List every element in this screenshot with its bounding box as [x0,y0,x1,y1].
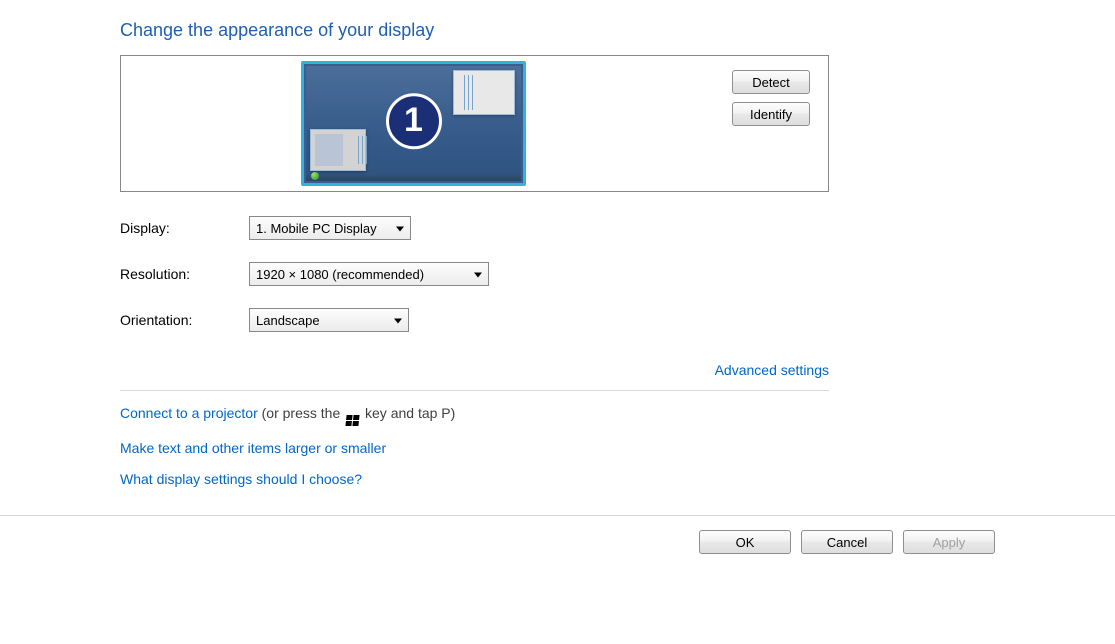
detect-button[interactable]: Detect [732,70,810,94]
windows-key-icon [346,415,360,426]
monitor-preview[interactable]: 1 [301,61,526,186]
preview-taskbar-icon [306,175,521,181]
advanced-settings-link[interactable]: Advanced settings [715,362,829,378]
preview-window-icon [453,70,515,115]
projector-hint-text: (or press the [258,405,344,421]
apply-button: Apply [903,530,995,554]
resolution-select[interactable]: 1920 × 1080 (recommended) [249,262,489,286]
ok-button[interactable]: OK [699,530,791,554]
monitor-number-badge: 1 [386,93,442,149]
resolution-label: Resolution: [120,266,249,282]
orientation-select[interactable]: Landscape [249,308,409,332]
display-preview-area: 1 Detect Identify [120,55,829,192]
text-size-link[interactable]: Make text and other items larger or smal… [120,440,386,456]
help-link[interactable]: What display settings should I choose? [120,471,362,487]
dialog-footer: OK Cancel Apply [0,515,1115,554]
connect-projector-link[interactable]: Connect to a projector [120,405,258,421]
preview-window-icon [310,129,366,171]
display-select[interactable]: 1. Mobile PC Display [249,216,411,240]
projector-hint-text-2: key and tap P) [361,405,455,421]
orientation-label: Orientation: [120,312,249,328]
cancel-button[interactable]: Cancel [801,530,893,554]
divider [120,390,829,391]
display-label: Display: [120,220,249,236]
page-title: Change the appearance of your display [120,20,995,41]
identify-button[interactable]: Identify [732,102,810,126]
start-orb-icon [311,172,319,180]
